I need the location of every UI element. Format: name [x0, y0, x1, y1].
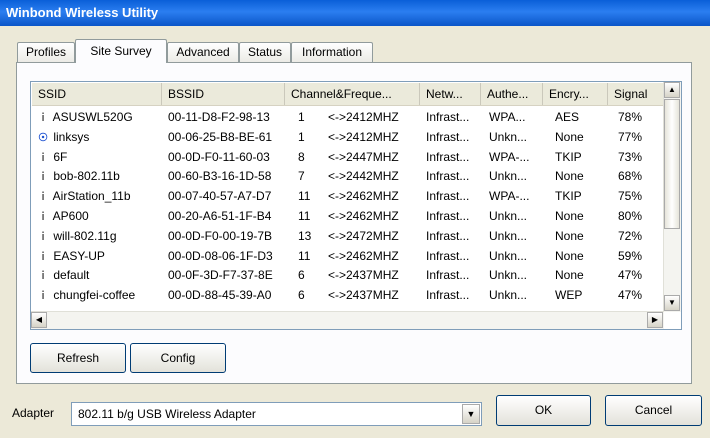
adapter-value: 802.11 b/g USB Wireless Adapter: [78, 407, 256, 421]
vertical-scrollbar[interactable]: ▲ ▼: [663, 82, 681, 312]
tab-site-survey[interactable]: Site Survey: [75, 39, 167, 63]
column-header-network[interactable]: Netw...: [420, 83, 481, 105]
column-header-auth[interactable]: Authe...: [481, 83, 543, 105]
antenna-icon: 𝗂: [41, 250, 45, 263]
antenna-icon: 𝗂: [41, 112, 45, 124]
table-row[interactable]: 𝗂 chungfei-coffee 00-0D-88-45-39-A0 6 <->24…: [32, 285, 665, 305]
table-row[interactable]: 𝗂 will-802.11g 00-0D-F0-00-19-7B 13 <->2472…: [32, 226, 665, 246]
site-survey-list[interactable]: SSID BSSID Channel&Freque... Netw... Aut…: [30, 81, 682, 330]
antenna-icon: 𝗂: [41, 230, 45, 243]
vertical-scroll-thumb[interactable]: [664, 99, 680, 229]
antenna-icon: 𝗂: [41, 290, 45, 303]
main-window: Winbond Wireless Utility Profiles Site S…: [0, 0, 710, 438]
scroll-down-arrow-icon[interactable]: ▼: [664, 295, 680, 311]
column-header-encryption[interactable]: Encry...: [543, 83, 608, 105]
table-row[interactable]: 𝗂 bob-802.11b 00-60-B3-16-1D-58 7 <->2442MH…: [32, 166, 665, 186]
adapter-select[interactable]: 802.11 b/g USB Wireless Adapter ▼: [71, 402, 482, 426]
title-bar[interactable]: Winbond Wireless Utility: [0, 0, 710, 26]
antenna-icon: 𝗂: [41, 191, 45, 204]
column-header-bssid[interactable]: BSSID: [162, 83, 285, 105]
antenna-icon: 𝗂: [41, 210, 45, 223]
scroll-left-arrow-icon[interactable]: ◀: [31, 312, 47, 328]
scroll-up-arrow-icon[interactable]: ▲: [664, 82, 680, 98]
scroll-right-arrow-icon[interactable]: ▶: [647, 312, 663, 328]
column-header-channel[interactable]: Channel&Freque...: [285, 83, 420, 105]
antenna-icon: 𝗂: [41, 171, 45, 184]
ok-button[interactable]: OK: [496, 395, 591, 426]
list-header: SSID BSSID Channel&Freque... Netw... Aut…: [32, 83, 665, 106]
table-row[interactable]: 𝗂 EASY-UP 00-0D-08-06-1F-D3 11 <->2462MHZ In…: [32, 246, 665, 266]
horizontal-scrollbar[interactable]: ◀ ▶: [31, 311, 664, 329]
list-rows: 𝗂 ASUSWL520G 00-11-D8-F2-98-13 1 <->2412MHZ…: [32, 107, 665, 312]
table-row[interactable]: 𝗂 ASUSWL520G 00-11-D8-F2-98-13 1 <->2412MHZ…: [32, 107, 665, 127]
table-row[interactable]: 𝗂 AirStation_11b 00-07-40-57-A7-D7 11 <->24…: [32, 186, 665, 206]
tab-information[interactable]: Information: [291, 42, 373, 62]
table-row[interactable]: 𝗂 6F 00-0D-F0-11-60-03 8 <->2447MHZ Infrast.…: [32, 147, 665, 167]
tab-profiles[interactable]: Profiles: [17, 42, 75, 62]
chevron-down-icon[interactable]: ▼: [462, 404, 480, 424]
adapter-label: Adapter: [12, 406, 55, 420]
config-button[interactable]: Config: [130, 343, 226, 373]
antenna-icon: 𝗂: [41, 151, 45, 164]
column-header-signal[interactable]: Signal: [608, 83, 665, 105]
table-row[interactable]: ☉ linksys 00-06-25-B8-BE-61 1 <->2412MHZ Inf…: [32, 127, 665, 147]
tab-advanced[interactable]: Advanced: [167, 42, 239, 62]
tab-status[interactable]: Status: [239, 42, 291, 62]
column-header-ssid[interactable]: SSID: [32, 83, 162, 105]
connected-antenna-icon: ☉: [38, 131, 48, 144]
refresh-button[interactable]: Refresh: [30, 343, 126, 373]
window-title: Winbond Wireless Utility: [6, 5, 159, 20]
table-row[interactable]: 𝗂 default 00-0F-3D-F7-37-8E 6 <->2437MHZ Inf…: [32, 265, 665, 285]
antenna-icon: 𝗂: [41, 270, 45, 283]
cancel-button[interactable]: Cancel: [605, 395, 702, 426]
table-row[interactable]: 𝗂 AP600 00-20-A6-51-1F-B4 11 <->2462MHZ Infr…: [32, 206, 665, 226]
